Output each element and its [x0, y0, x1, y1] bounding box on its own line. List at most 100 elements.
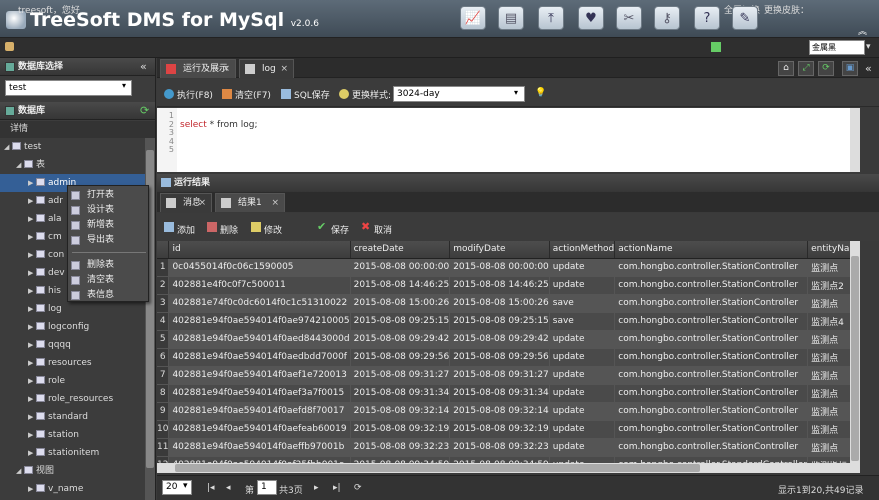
save-sql-button[interactable]: SQL保存 [294, 88, 330, 101]
table-cell[interactable]: 402881e74f0c0dc6014f0c1c51310022 [168, 294, 351, 313]
context-menu-item[interactable]: 设计表 [68, 203, 150, 218]
collapsed-arrow-icon[interactable]: ▶ [28, 444, 36, 462]
edit-button[interactable]: 修改 [264, 223, 282, 236]
table-cell[interactable]: com.hongbo.controller.StationController [614, 384, 809, 403]
table-cell[interactable]: 监测点 [807, 366, 850, 385]
chevron-down-icon[interactable]: ▾ [514, 88, 518, 97]
expanded-arrow-icon[interactable]: ◢ [4, 138, 12, 156]
table-row[interactable]: 10 402881e94f0ae594014f0aefeab60019 2015-0… [157, 420, 850, 439]
table-cell[interactable]: save [549, 312, 616, 331]
heart-icon[interactable]: ♥ [578, 6, 604, 30]
table-cell[interactable]: 2015-08-08 09:31:34 [350, 384, 451, 403]
context-menu-item[interactable]: 导出表 [68, 233, 150, 248]
table-cell[interactable]: 2015-08-08 09:32:23 [350, 438, 451, 457]
close-icon[interactable]: × [222, 60, 230, 79]
column-header-modifyDate[interactable]: modifyDate [449, 241, 550, 259]
window-icon[interactable]: ▣ [842, 61, 858, 76]
collapse-left-icon[interactable]: « [140, 60, 147, 73]
tab-run[interactable]: 运行及展示 × [160, 59, 236, 78]
delete-icon[interactable] [207, 222, 217, 232]
cancel-button[interactable]: 取消 [374, 223, 392, 236]
tree-item-test[interactable]: ◢ test [0, 138, 146, 156]
table-cell[interactable]: 402881e94f0ae594014f0aedbdd7000f [168, 348, 351, 367]
tab-log[interactable]: log × [239, 59, 294, 78]
tree-item-role[interactable]: ▶ role [0, 372, 146, 390]
table-row[interactable]: 6 402881e94f0ae594014f0aedbdd7000f 2015-08… [157, 348, 850, 367]
table-cell[interactable]: 2015-08-08 00:00:00 [350, 258, 451, 277]
table-cell[interactable]: com.hongbo.controller.StationController [614, 294, 809, 313]
tab-messages[interactable]: 消息 × [160, 193, 212, 212]
close-icon[interactable]: × [280, 60, 288, 79]
close-icon[interactable]: × [198, 194, 206, 213]
skin-select[interactable]: 金属黑 [809, 40, 865, 55]
fullscreen-icon[interactable] [711, 42, 721, 52]
grid-hscroll-thumb[interactable] [175, 464, 700, 472]
context-menu-item[interactable]: 新增表 [68, 218, 150, 233]
table-cell[interactable]: 监测点 [807, 384, 850, 403]
context-menu-item[interactable]: 清空表 [68, 273, 150, 288]
table-cell[interactable]: 402881e94f0ae594014f0af25fbb001c [168, 456, 351, 463]
table-cell[interactable]: com.hongbo.controller.StationController [614, 348, 809, 367]
column-header-id[interactable]: id [168, 241, 351, 259]
collapsed-arrow-icon[interactable]: ▶ [28, 426, 36, 444]
tree-item-station[interactable]: ▶ station [0, 426, 146, 444]
upload-icon[interactable]: ⤒ [538, 6, 564, 30]
column-header-createDate[interactable]: createDate [350, 241, 451, 259]
table-cell[interactable]: 2015-08-08 09:32:14 [350, 402, 451, 421]
expanded-arrow-icon[interactable]: ◢ [16, 462, 24, 480]
collapsed-arrow-icon[interactable]: ▶ [28, 480, 36, 498]
table-cell[interactable]: com.hongbo.controller.StationController [614, 276, 809, 295]
table-cell[interactable]: 监测点 [807, 420, 850, 439]
last-page-icon[interactable]: ▸| [333, 483, 341, 493]
column-header-actionName[interactable]: actionName [614, 241, 809, 259]
table-cell[interactable]: 402881e94f0ae594014f0aed8443000d [168, 330, 351, 349]
table-cell[interactable]: update [549, 258, 616, 277]
tree-item-resources[interactable]: ▶ resources [0, 354, 146, 372]
collapsed-arrow-icon[interactable]: ▶ [28, 408, 36, 426]
clear-icon[interactable] [222, 89, 232, 99]
table-row[interactable]: 9 402881e94f0ae594014f0aefd8f70017 2015-08… [157, 402, 850, 421]
table-cell[interactable]: 2015-08-08 09:29:42 [449, 330, 550, 349]
table-row[interactable]: 12402881e94f0ae594014f0af25fbb001c2015-0… [157, 456, 850, 463]
tree-item-表[interactable]: ◢ 表 [0, 156, 146, 174]
collapsed-arrow-icon[interactable]: ▶ [28, 390, 36, 408]
refresh-icon[interactable]: ⟳ [140, 104, 149, 117]
context-menu-item[interactable]: 删除表 [68, 258, 150, 273]
table-cell[interactable]: 监测点 [807, 402, 850, 421]
table-cell[interactable]: 402881e94f0ae594014f0aef1e720013 [168, 366, 351, 385]
table-cell[interactable]: 2015-08-08 09:31:27 [350, 366, 451, 385]
collapsed-arrow-icon[interactable]: ▶ [28, 264, 36, 282]
prev-page-icon[interactable]: ◂ [226, 483, 231, 493]
sql-editor[interactable] [157, 108, 850, 172]
table-cell[interactable]: 402881e94f0ae594014f0aef3a7f0015 [168, 384, 351, 403]
database-select[interactable]: test [5, 80, 132, 96]
table-row[interactable]: 8 402881e94f0ae594014f0aef3a7f0015 2015-08… [157, 384, 850, 403]
collapsed-arrow-icon[interactable]: ▶ [28, 282, 36, 300]
table-cell[interactable]: save [549, 294, 616, 313]
table-cell[interactable]: 监测点 [807, 258, 850, 277]
close-icon[interactable]: × [271, 194, 279, 213]
clear-button[interactable]: 清空(F7) [235, 88, 271, 101]
table-cell[interactable]: update [549, 330, 616, 349]
table-cell[interactable]: com.hongbo.controller.StandardController [614, 456, 809, 463]
column-header-actionMethod[interactable]: actionMethod [549, 241, 616, 259]
save-button[interactable]: 保存 [331, 223, 349, 236]
table-cell[interactable]: 402881e94f0ae594014f0ae974210005 [168, 312, 351, 331]
table-cell[interactable]: 2015-08-08 14:46:25 [449, 276, 550, 295]
table-cell[interactable]: 2015-08-08 15:00:26 [350, 294, 451, 313]
page-input[interactable]: 1 [257, 480, 277, 495]
table-cell[interactable]: 402881e94f0ae594014f0aefeab60019 [168, 420, 351, 439]
table-row[interactable]: 11 402881e94f0ae594014f0aeffb97001b 2015-0… [157, 438, 850, 457]
table-cell[interactable]: 2015-08-08 09:29:56 [449, 348, 550, 367]
table-cell[interactable]: update [549, 276, 616, 295]
refresh-icon[interactable]: ⟳ [354, 483, 362, 493]
tree-item-qqqq[interactable]: ▶ qqqq [0, 336, 146, 354]
table-cell[interactable]: 2015-08-08 09:34:59 [449, 456, 550, 463]
collapsed-arrow-icon[interactable]: ▶ [28, 354, 36, 372]
lightbulb-icon[interactable]: 💡 [535, 88, 546, 98]
table-cell[interactable]: 2015-08-08 09:31:27 [449, 366, 550, 385]
collapse-header-icon[interactable]: ︽ [858, 24, 867, 37]
collapsed-arrow-icon[interactable]: ▶ [28, 228, 36, 246]
table-cell[interactable]: com.hongbo.controller.StationController [614, 402, 809, 421]
collapsed-arrow-icon[interactable]: ▶ [28, 300, 36, 318]
